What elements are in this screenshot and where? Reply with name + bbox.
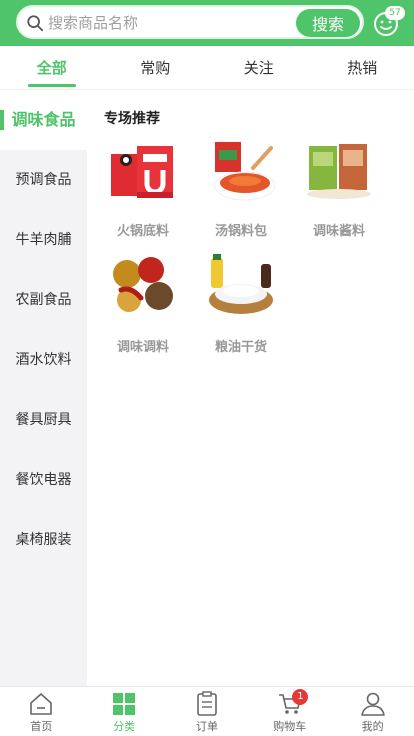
top-header: 搜索 57 [0,0,414,46]
product-label: 调味调料 [116,340,169,355]
sidebar-item-seasoning[interactable]: 调味食品 [0,90,87,150]
sidebar-item-kitchenware[interactable]: 餐具厨具 [0,390,87,450]
bottom-navigation: 首页 分类 订单 1 购物车 我的 [0,686,414,736]
sidebar-item-drinks[interactable]: 酒水饮料 [0,330,87,390]
product-hotpot-base[interactable]: 火锅底料 [94,138,192,254]
product-label: 调味酱料 [312,224,365,239]
nav-label: 购物车 [273,720,307,733]
spices-image [113,257,173,312]
sidebar-item-prepared[interactable]: 预调食品 [0,150,87,210]
home-icon [30,693,53,715]
nav-profile[interactable]: 我的 [331,687,414,736]
sidebar-item-farm[interactable]: 农副食品 [0,270,87,330]
category-sidebar: 调味食品 预调食品 牛羊肉脯 农副食品 酒水饮料 餐具厨具 餐饮电器 桌椅服装 [0,90,87,686]
tab-all[interactable]: 全部 [0,46,104,89]
category-icon [113,693,136,715]
message-button[interactable]: 57 [372,6,405,38]
product-spices[interactable]: 调味调料 [94,254,192,370]
search-input[interactable] [48,11,278,35]
nav-home[interactable]: 首页 [0,687,83,736]
order-icon [197,691,217,716]
sidebar-item-furniture[interactable]: 桌椅服装 [0,510,87,570]
cart-count-badge: 1 [292,689,309,705]
hotpot-base-image [111,144,173,198]
filter-tabs: 全部 常购 关注 热销 [0,46,414,90]
sidebar-item-beef-mutton[interactable]: 牛羊肉脯 [0,210,87,270]
profile-icon [360,692,385,716]
section-title: 专场推荐 [104,111,160,127]
nav-label: 首页 [30,720,53,733]
nav-category[interactable]: 分类 [83,687,166,736]
nav-orders[interactable]: 订单 [166,687,249,736]
product-grid: 火锅底料 汤锅料包 调味酱料 调味调料 粮油干货 [94,138,394,370]
product-soup-pack[interactable]: 汤锅料包 [192,138,290,254]
nav-label: 我的 [361,720,384,733]
search-icon [27,15,44,32]
product-grain-oil[interactable]: 粮油干货 [192,254,290,370]
tab-hot[interactable]: 热销 [311,46,414,89]
sidebar-item-appliances[interactable]: 餐饮电器 [0,450,87,510]
message-count-badge: 57 [385,6,405,20]
soup-pack-image [214,142,276,201]
nav-label: 订单 [195,720,218,733]
tab-frequent[interactable]: 常购 [104,46,208,89]
nav-label: 分类 [113,720,136,733]
product-label: 火锅底料 [116,224,169,239]
tab-follow[interactable]: 关注 [207,46,311,89]
search-bar[interactable]: 搜索 [16,5,364,39]
grain-oil-image [209,254,273,314]
sauce-image [307,144,371,199]
category-content: 专场推荐 火锅底料 汤锅料包 调味酱料 调味调料 粮油干货 [87,90,414,686]
search-button[interactable]: 搜索 [296,9,360,37]
product-label: 汤锅料包 [214,224,267,239]
product-sauce[interactable]: 调味酱料 [290,138,388,254]
product-label: 粮油干货 [214,340,267,355]
nav-cart[interactable]: 1 购物车 [248,687,331,736]
